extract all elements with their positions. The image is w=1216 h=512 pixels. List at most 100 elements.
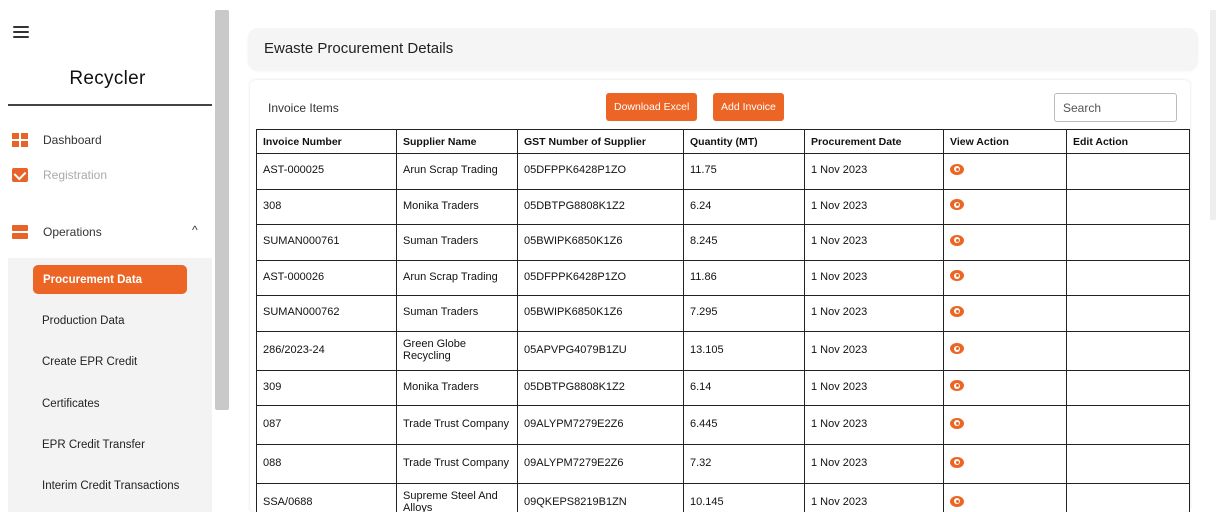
gst-number-cell: 05BWIPK6850K1Z6 (517, 224, 684, 261)
supplier-name-cell: Arun Scrap Trading (396, 153, 518, 190)
page-scrollbar[interactable] (1210, 10, 1216, 220)
table-row: SSA/0688 Supreme Steel And Alloys 09QKEP… (256, 483, 1190, 512)
procurement-date-cell: 1 Nov 2023 (804, 330, 944, 371)
edit-action-cell (1066, 153, 1190, 190)
sidebar-item-interim-credit-transactions[interactable]: Interim Credit Transactions (42, 476, 179, 496)
view-action-cell (943, 224, 1067, 261)
table-row: 087 Trade Trust Company 09ALYPM7279E2Z6 … (256, 405, 1190, 445)
sidebar-item-operations[interactable]: Operations (12, 220, 102, 244)
eye-icon[interactable] (950, 234, 964, 246)
sidebar-scrollbar[interactable] (215, 10, 229, 410)
eye-icon[interactable] (950, 343, 964, 355)
sidebar-item-epr-credit-transfer[interactable]: EPR Credit Transfer (42, 435, 145, 455)
supplier-name-cell: Suman Traders (396, 224, 518, 261)
invoice-number-cell: SUMAN000762 (256, 295, 397, 332)
brand-title: Recycler (69, 68, 146, 89)
invoice-number-cell: AST-000026 (256, 259, 397, 296)
sidebar-item-registration[interactable]: Registration (12, 163, 107, 187)
sidebar-item-label: Dashboard (43, 133, 102, 147)
edit-action-cell (1066, 483, 1190, 512)
gst-number-cell: 09ALYPM7279E2Z6 (517, 444, 684, 484)
gst-number-cell: 05APVPG4079B1ZU (517, 330, 684, 371)
eye-icon[interactable] (950, 199, 964, 211)
sidebar-item-certificates[interactable]: Certificates (42, 394, 100, 414)
view-action-cell (943, 369, 1067, 406)
view-action-cell (943, 444, 1067, 484)
add-invoice-button[interactable]: Add Invoice (713, 93, 784, 121)
procurement-date-cell: 1 Nov 2023 (804, 405, 944, 445)
sidebar-item-label: Registration (43, 168, 108, 182)
quantity-cell: 11.86 (683, 259, 805, 296)
procurement-date-cell: 1 Nov 2023 (804, 369, 944, 406)
sidebar: Recycler Dashboard Registration Operatio… (0, 0, 215, 512)
chevron-up-icon[interactable]: ^ (192, 223, 198, 237)
eye-icon[interactable] (950, 163, 964, 175)
column-header[interactable]: Procurement Date (804, 129, 944, 154)
column-header[interactable]: GST Number of Supplier (517, 129, 684, 154)
quantity-cell: 11.75 (683, 153, 805, 190)
invoice-number-cell: 308 (256, 188, 397, 225)
table-row: 088 Trade Trust Company 09ALYPM7279E2Z6 … (256, 444, 1190, 484)
edit-action-cell (1066, 405, 1190, 445)
eye-icon[interactable] (950, 305, 964, 317)
edit-action-cell (1066, 330, 1190, 371)
edit-action-cell (1066, 369, 1190, 406)
search-input[interactable] (1054, 93, 1177, 122)
column-header[interactable]: Quantity (MT) (683, 129, 805, 154)
sidebar-item-procurement-data[interactable]: Procurement Data (33, 265, 187, 294)
quantity-cell: 8.245 (683, 224, 805, 261)
section-label: Invoice Items (268, 101, 339, 115)
column-header: Edit Action (1066, 129, 1190, 154)
edit-action-cell (1066, 224, 1190, 261)
gst-number-cell: 09QKEPS8219B1ZN (517, 483, 684, 512)
procurement-date-cell: 1 Nov 2023 (804, 224, 944, 261)
quantity-cell: 6.24 (683, 188, 805, 225)
eye-icon[interactable] (950, 495, 964, 507)
eye-icon[interactable] (950, 380, 964, 392)
supplier-name-cell: Trade Trust Company (396, 405, 518, 445)
table-row: 286/2023-24 Green Globe Recycling 05APVP… (256, 330, 1190, 371)
view-action-cell (943, 483, 1067, 512)
view-action-cell (943, 259, 1067, 296)
sidebar-item-production-data[interactable]: Production Data (42, 311, 124, 331)
table-row: AST-000025 Arun Scrap Trading 05DFPPK642… (256, 153, 1190, 190)
table-row: 308 Monika Traders 05DBTPG8808K1Z2 6.24 … (256, 188, 1190, 225)
eye-icon[interactable] (950, 417, 964, 429)
view-action-cell (943, 330, 1067, 371)
column-header[interactable]: Invoice Number (256, 129, 397, 154)
quantity-cell: 7.295 (683, 295, 805, 332)
edit-action-cell (1066, 259, 1190, 296)
procurement-date-cell: 1 Nov 2023 (804, 444, 944, 484)
quantity-cell: 6.445 (683, 405, 805, 445)
edit-action-cell (1066, 188, 1190, 225)
edit-action-cell (1066, 295, 1190, 332)
view-action-cell (943, 153, 1067, 190)
view-action-cell (943, 405, 1067, 445)
invoice-number-cell: AST-000025 (256, 153, 397, 190)
sidebar-item-create-epr-credit[interactable]: Create EPR Credit (42, 352, 137, 372)
eye-icon[interactable] (950, 456, 964, 468)
sidebar-item-label: Operations (43, 225, 102, 239)
download-excel-button[interactable]: Download Excel (606, 93, 698, 121)
supplier-name-cell: Arun Scrap Trading (396, 259, 518, 296)
gst-number-cell: 05DBTPG8808K1Z2 (517, 188, 684, 225)
view-action-cell (943, 295, 1067, 332)
quantity-cell: 13.105 (683, 330, 805, 371)
edit-action-cell (1066, 444, 1190, 484)
quantity-cell: 10.145 (683, 483, 805, 512)
view-action-cell (943, 188, 1067, 225)
operations-icon (12, 225, 28, 239)
invoice-number-cell: SSA/0688 (256, 483, 397, 512)
hamburger-menu-icon[interactable] (13, 26, 29, 38)
sidebar-item-dashboard[interactable]: Dashboard (12, 128, 102, 152)
supplier-name-cell: Trade Trust Company (396, 444, 518, 484)
column-header[interactable]: Supplier Name (396, 129, 518, 154)
invoice-number-cell: 087 (256, 405, 397, 445)
gst-number-cell: 09ALYPM7279E2Z6 (517, 405, 684, 445)
invoice-number-cell: 088 (256, 444, 397, 484)
procurement-date-cell: 1 Nov 2023 (804, 188, 944, 225)
supplier-name-cell: Green Globe Recycling (396, 330, 518, 371)
eye-icon[interactable] (950, 270, 964, 282)
table-row: AST-000026 Arun Scrap Trading 05DFPPK642… (256, 259, 1190, 296)
invoice-number-cell: 286/2023-24 (256, 330, 397, 371)
